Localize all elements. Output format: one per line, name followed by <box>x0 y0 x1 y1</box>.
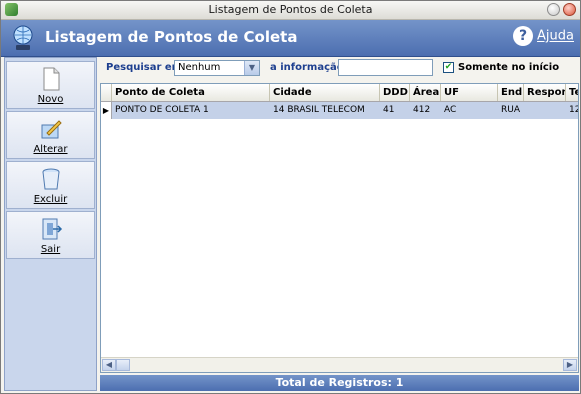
col-end[interactable]: End <box>498 84 524 101</box>
col-respon[interactable]: Respon <box>524 84 566 101</box>
exit-door-icon <box>42 218 63 240</box>
page-title: Listagem de Pontos de Coleta <box>45 28 298 46</box>
exit-button[interactable]: Sair <box>6 211 95 259</box>
window-title: Listagem de Pontos de Coleta <box>208 3 373 16</box>
records-grid: Ponto de Coleta Cidade DDD Área UF End R… <box>100 83 579 373</box>
grid-header: Ponto de Coleta Cidade DDD Área UF End R… <box>101 84 578 102</box>
edit-button-label: Alterar <box>33 144 68 155</box>
delete-button[interactable]: Excluir <box>6 161 95 209</box>
scroll-right-icon[interactable]: ▶ <box>563 359 577 371</box>
chevron-down-icon[interactable]: ▼ <box>244 61 259 75</box>
horizontal-scrollbar[interactable]: ◀ ▶ <box>101 357 578 372</box>
sidebar: Novo Alterar Excluir Sair <box>4 57 97 391</box>
minimize-button[interactable] <box>547 3 560 16</box>
delete-button-label: Excluir <box>33 194 68 205</box>
col-te[interactable]: Te <box>566 84 578 101</box>
cell-area: 412 <box>413 105 431 115</box>
row-pointer-icon: ▶ <box>101 102 112 119</box>
cell-ddd: 41 <box>383 105 395 115</box>
scroll-thumb[interactable] <box>116 359 130 371</box>
page-header: Listagem de Pontos de Coleta ? Ajuda <box>1 20 580 57</box>
col-ponto-de-coleta[interactable]: Ponto de Coleta <box>112 84 270 101</box>
search-field-select[interactable]: Nenhum ▼ <box>174 60 260 76</box>
only-start-label: Somente no início <box>458 62 560 73</box>
col-ddd[interactable]: DDD <box>380 84 410 101</box>
col-cidade[interactable]: Cidade <box>270 84 380 101</box>
help-button[interactable]: ? Ajuda <box>513 26 574 46</box>
edit-icon <box>41 120 62 139</box>
only-start-checkbox[interactable]: ✔ <box>443 62 454 73</box>
new-document-icon <box>43 67 60 91</box>
cell-end: RUA <box>501 105 520 115</box>
help-icon: ? <box>513 26 534 46</box>
cell-cidade: 14 BRASIL TELECOM <box>273 105 365 115</box>
row-indicator-header <box>101 84 112 101</box>
title-bar: Listagem de Pontos de Coleta <box>1 1 580 20</box>
cell-respon <box>524 102 566 119</box>
trash-icon <box>42 168 60 190</box>
edit-button[interactable]: Alterar <box>6 111 95 159</box>
scroll-left-icon[interactable]: ◀ <box>102 359 116 371</box>
new-button-label: Novo <box>37 94 64 105</box>
cell-te: 12 <box>569 105 578 115</box>
search-field-value: Nenhum <box>178 62 221 73</box>
cell-ponto-de-coleta: PONTO DE COLETA 1 <box>115 105 209 115</box>
main-window: Listagem de Pontos de Coleta Listagem de… <box>0 0 581 394</box>
col-uf[interactable]: UF <box>441 84 498 101</box>
status-bar: Total de Registros: 1 <box>100 375 579 391</box>
search-input[interactable] <box>338 59 433 76</box>
cell-uf: AC <box>444 105 457 115</box>
close-button[interactable] <box>563 3 576 16</box>
table-row[interactable]: ▶ PONTO DE COLETA 1 14 BRASIL TELECOM 41… <box>101 102 578 119</box>
info-label: a informação <box>270 62 344 73</box>
exit-button-label: Sair <box>40 244 61 255</box>
search-bar: Pesquisar em Nenhum ▼ a informação ✔ Som… <box>100 57 579 81</box>
help-label: Ajuda <box>537 28 574 44</box>
search-in-label: Pesquisar em <box>106 62 183 73</box>
new-button[interactable]: Novo <box>6 61 95 109</box>
col-area[interactable]: Área <box>410 84 441 101</box>
globe-logo-icon <box>13 25 33 50</box>
